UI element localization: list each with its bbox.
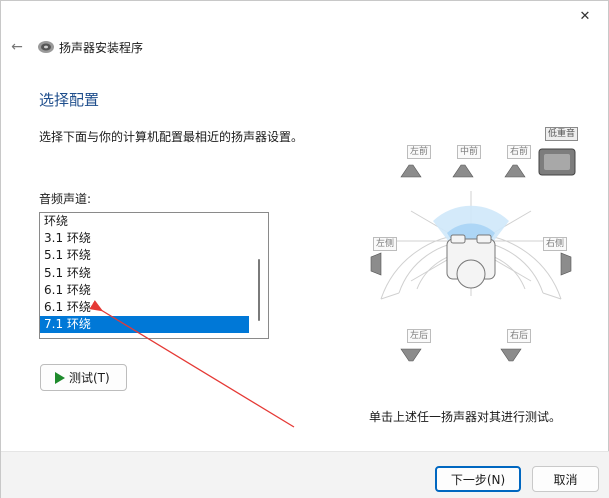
channel-option[interactable]: 5.1 环绕 bbox=[40, 265, 249, 282]
front-right-speaker-label[interactable]: 右前 bbox=[507, 145, 532, 159]
audio-channels-listbox[interactable]: 环绕 3.1 环绕 5.1 环绕 5.1 环绕 6.1 环绕 6.1 环绕 7.1 环绕 bbox=[39, 212, 269, 339]
listener-icon bbox=[446, 234, 496, 289]
audio-channels-label: 音频声道: bbox=[39, 192, 92, 206]
next-button[interactable]: 下一步(N) bbox=[435, 466, 521, 492]
side-right-speaker-label[interactable]: 右侧 bbox=[543, 237, 568, 251]
channel-option[interactable]: 7.1 环绕 bbox=[40, 316, 249, 334]
window-title: 扬声器安装程序 bbox=[59, 41, 144, 55]
subwoofer-label[interactable]: 低重音 bbox=[545, 127, 579, 141]
speaker-setup-window: ✕ ← 扬声器安装程序 选择配置 选择下面与你的计算机配置最相近的扬声器设置。 … bbox=[0, 0, 609, 498]
speaker-app-icon bbox=[38, 41, 54, 53]
center-speaker-label[interactable]: 中前 bbox=[457, 145, 482, 159]
rear-right-speaker-label[interactable]: 右后 bbox=[507, 329, 532, 343]
speaker-layout-graphic bbox=[370, 148, 576, 362]
channel-option[interactable]: 环绕 bbox=[40, 213, 249, 230]
channel-option[interactable]: 6.1 环绕 bbox=[40, 282, 249, 299]
play-icon bbox=[55, 371, 65, 384]
front-left-speaker-label[interactable]: 左前 bbox=[407, 145, 432, 159]
test-button-label: 测试(T) bbox=[69, 371, 110, 385]
hint-text: 单击上述任一扬声器对其进行测试。 bbox=[369, 410, 562, 424]
back-arrow-icon: ← bbox=[11, 39, 23, 55]
channel-option[interactable]: 5.1 环绕 bbox=[40, 247, 249, 264]
scrollbar-thumb[interactable] bbox=[258, 259, 260, 321]
page-title: 选择配置 bbox=[39, 91, 100, 109]
channel-option[interactable]: 6.1 环绕 bbox=[40, 299, 249, 316]
channel-option[interactable]: 3.1 环绕 bbox=[40, 230, 249, 247]
instruction-text: 选择下面与你的计算机配置最相近的扬声器设置。 bbox=[39, 130, 304, 144]
side-left-speaker-label[interactable]: 左侧 bbox=[373, 237, 398, 251]
back-button[interactable]: ← bbox=[7, 37, 27, 57]
close-icon: ✕ bbox=[579, 8, 591, 24]
speaker-diagram: 左前 中前 右前 低重音 左侧 右侧 左后 右后 bbox=[361, 121, 591, 381]
cancel-button[interactable]: 取消 bbox=[532, 466, 599, 492]
listbox-scrollbar[interactable] bbox=[252, 217, 266, 335]
rear-left-speaker-label[interactable]: 左后 bbox=[407, 329, 432, 343]
test-button[interactable]: 测试(T) bbox=[40, 364, 127, 391]
close-button[interactable]: ✕ bbox=[562, 1, 608, 31]
